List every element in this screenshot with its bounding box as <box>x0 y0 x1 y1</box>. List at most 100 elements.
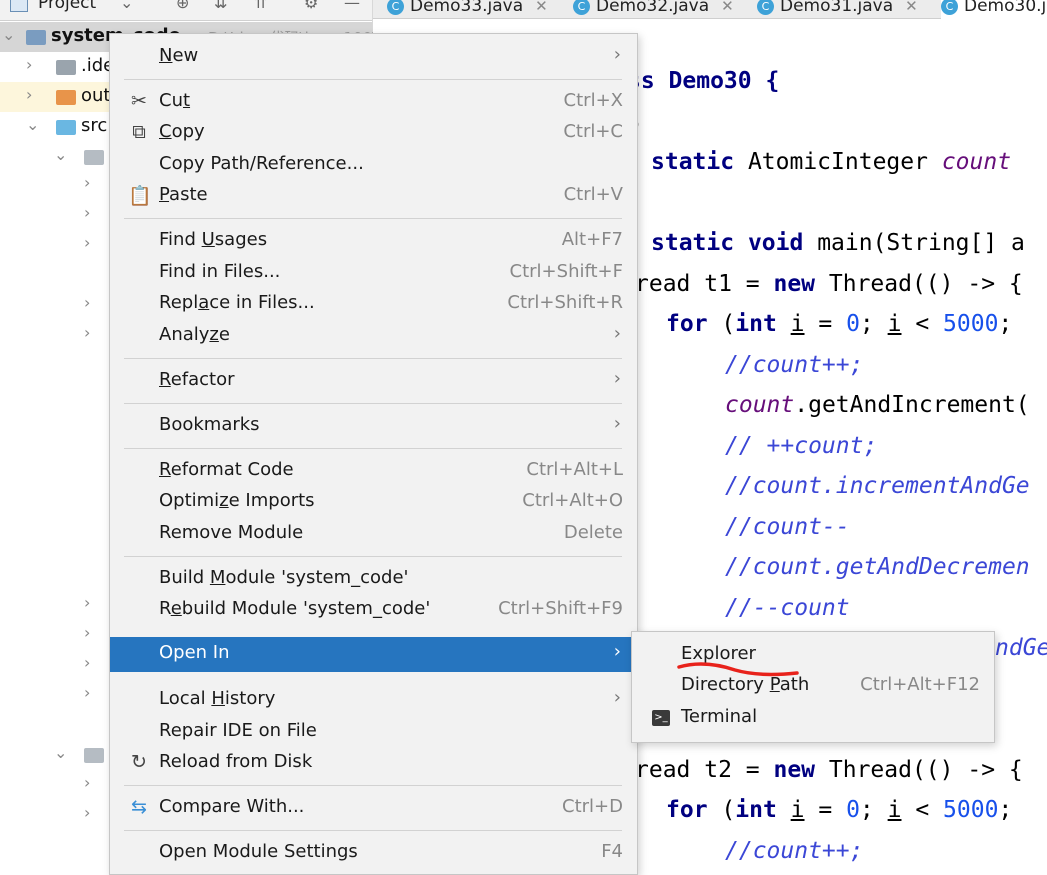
chevron-right-icon: › <box>613 368 621 389</box>
minimize-icon[interactable]: — <box>344 0 360 12</box>
locate-icon[interactable]: ⊕ <box>176 0 189 12</box>
menu-separator <box>124 448 622 449</box>
chevron-right-icon[interactable]: › <box>84 203 90 222</box>
menu-item-label: Remove Module <box>159 522 304 543</box>
menu-item-new[interactable]: New › <box>110 42 637 74</box>
menu-item-repair-ide[interactable]: Repair IDE on File <box>110 717 637 749</box>
chevron-right-icon[interactable]: › <box>84 623 90 642</box>
code-line: //count++; <box>725 352 864 378</box>
chevron-right-icon[interactable]: › <box>26 55 32 74</box>
menu-shortcut: Ctrl+Alt+F12 <box>860 674 980 695</box>
menu-item-label: Analyze <box>159 324 230 345</box>
menu-separator <box>124 358 622 359</box>
code-line: ndGe <box>995 635 1047 661</box>
gear-icon[interactable]: ⚙ <box>304 0 318 12</box>
menu-item-label: Find in Files... <box>159 261 281 282</box>
menu-item-local-history[interactable]: Local History › <box>110 685 637 717</box>
code-line: //count.getAndDecremen <box>725 554 1030 580</box>
expand-all-icon[interactable]: ⇈ <box>254 0 267 12</box>
context-menu: New › ✂ Cut Ctrl+X ⧉ Copy Ctrl+C Copy Pa… <box>109 33 638 875</box>
menu-item-open-in[interactable]: Open In › <box>110 637 637 672</box>
menu-separator <box>124 218 622 219</box>
menu-item-replace-in-files[interactable]: Replace in Files... Ctrl+Shift+R <box>110 289 637 321</box>
menu-item-find-usages[interactable]: Find Usages Alt+F7 <box>110 226 637 258</box>
menu-item-label: Copy <box>159 121 205 142</box>
menu-item-analyze[interactable]: Analyze › <box>110 321 637 353</box>
menu-item-reload-from-disk[interactable]: ↻ Reload from Disk <box>110 748 637 780</box>
chevron-right-icon[interactable]: › <box>84 653 90 672</box>
package-icon <box>84 150 104 165</box>
code-line: for (int i = 0; i < 5000; <box>666 311 1013 337</box>
package-icon <box>84 748 104 763</box>
tab-demo32[interactable]: C Demo32.java ✕ <box>573 0 753 26</box>
chevron-right-icon: › <box>613 413 621 434</box>
menu-item-label: Copy Path/Reference... <box>159 153 364 174</box>
folder-icon <box>56 60 76 75</box>
menu-shortcut: Ctrl+D <box>562 796 623 817</box>
project-toolbar: Project ⌄ ⊕ ⇊ ⇈ ⚙ — <box>0 0 372 21</box>
menu-item-refactor[interactable]: Refactor › <box>110 366 637 398</box>
folder-icon <box>56 120 76 135</box>
menu-separator <box>124 830 622 831</box>
code-line: ss Demo30 { <box>627 68 780 94</box>
collapse-all-icon[interactable]: ⇊ <box>214 0 227 12</box>
menu-item-build-module[interactable]: Build Module 'system_code' <box>110 564 637 596</box>
menu-item-reformat-code[interactable]: Reformat Code Ctrl+Alt+L <box>110 456 637 488</box>
chevron-right-icon[interactable]: › <box>84 683 90 702</box>
menu-shortcut: Delete <box>563 522 623 543</box>
menu-item-cut[interactable]: ✂ Cut Ctrl+X <box>110 87 637 119</box>
chevron-right-icon[interactable]: › <box>84 773 90 792</box>
copy-icon: ⧉ <box>132 121 146 143</box>
menu-item-label: Refactor <box>159 369 235 390</box>
menu-item-label: Paste <box>159 184 208 205</box>
code-line: //count++; <box>725 838 864 864</box>
chevron-right-icon[interactable]: › <box>84 323 90 342</box>
dropdown-icon[interactable]: ⌄ <box>120 0 133 12</box>
chevron-down-icon[interactable]: ⌄ <box>54 743 67 762</box>
tab-demo30[interactable]: C Demo30.java <box>941 0 1047 26</box>
menu-item-open-module-settings[interactable]: Open Module Settings F4 <box>110 838 637 870</box>
project-title[interactable]: Project <box>38 0 96 13</box>
chevron-right-icon: › <box>613 323 621 344</box>
menu-item-optimize-imports[interactable]: Optimize Imports Ctrl+Alt+O <box>110 487 637 519</box>
menu-item-find-in-files[interactable]: Find in Files... Ctrl+Shift+F <box>110 258 637 290</box>
menu-shortcut: F4 <box>601 841 623 862</box>
tab-demo33[interactable]: C Demo33.java ✕ <box>387 0 567 26</box>
chevron-down-icon[interactable]: ⌄ <box>54 145 67 164</box>
menu-item-label: Cut <box>159 90 191 111</box>
menu-shortcut: Ctrl+Alt+L <box>526 459 623 480</box>
menu-item-rebuild-module[interactable]: Rebuild Module 'system_code' Ctrl+Shift+… <box>110 595 637 627</box>
chevron-down-icon[interactable]: ⌄ <box>26 115 39 134</box>
menu-item-bookmarks[interactable]: Bookmarks › <box>110 411 637 443</box>
chevron-right-icon[interactable]: › <box>84 173 90 192</box>
chevron-right-icon[interactable]: › <box>84 233 90 252</box>
class-icon: C <box>573 0 590 15</box>
close-icon[interactable]: ✕ <box>535 0 548 15</box>
chevron-down-icon[interactable]: ⌄ <box>2 25 15 44</box>
tab-label: Demo33.java <box>410 0 524 16</box>
tab-demo31[interactable]: C Demo31.java ✕ <box>757 0 937 26</box>
editor-tab-bar: C Demo33.java ✕ C Demo32.java ✕ C Demo31.java… <box>373 0 1047 26</box>
menu-item-label: Build Module 'system_code' <box>159 567 409 588</box>
chevron-right-icon[interactable]: › <box>26 85 32 104</box>
menu-item-remove-module[interactable]: Remove Module Delete <box>110 519 637 551</box>
menu-item-label: Bookmarks <box>159 414 260 435</box>
menu-item-copy[interactable]: ⧉ Copy Ctrl+C <box>110 118 637 150</box>
class-icon: C <box>387 0 404 15</box>
code-line: //--count <box>725 595 850 621</box>
menu-item-paste[interactable]: 📋 Paste Ctrl+V <box>110 181 637 213</box>
menu-item-label: Repair IDE on File <box>159 720 317 741</box>
menu-item-label: Optimize Imports <box>159 490 315 511</box>
submenu-item-terminal[interactable]: >_ Terminal <box>632 703 994 735</box>
close-icon[interactable]: ✕ <box>905 0 918 15</box>
code-line: for (int i = 0; i < 5000; <box>666 797 1013 823</box>
chevron-right-icon[interactable]: › <box>84 293 90 312</box>
chevron-right-icon[interactable]: › <box>84 803 90 822</box>
menu-item-compare-with[interactable]: ⇆ Compare With... Ctrl+D <box>110 793 637 825</box>
chevron-right-icon[interactable]: › <box>84 593 90 612</box>
project-icon <box>10 0 28 12</box>
menu-item-copy-path[interactable]: Copy Path/Reference... <box>110 150 637 182</box>
code-line: read t1 = new Thread(() -> { <box>635 271 1023 297</box>
menu-item-label: Rebuild Module 'system_code' <box>159 598 431 619</box>
close-icon[interactable]: ✕ <box>721 0 734 15</box>
